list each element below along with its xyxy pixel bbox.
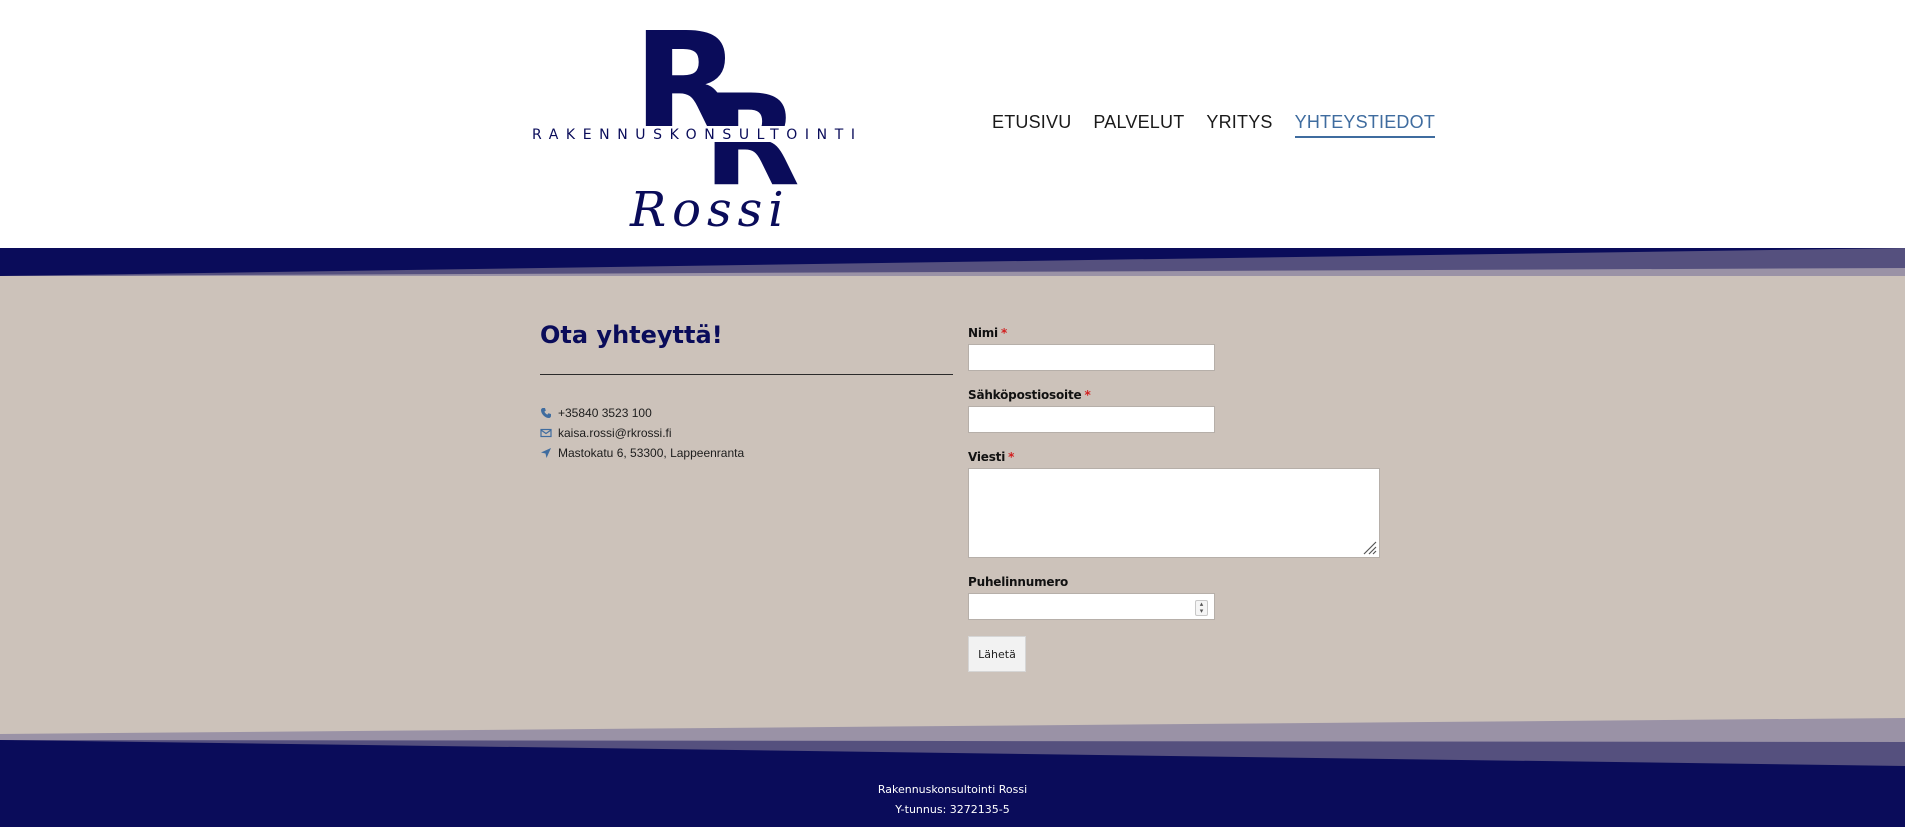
contact-phone-text[interactable]: +35840 3523 100 <box>558 406 652 420</box>
contact-address-text: Mastokatu 6, 53300, Lappeenranta <box>558 446 745 460</box>
footer-company-name: Rakennuskonsultointi Rossi <box>877 783 1028 796</box>
name-input[interactable] <box>968 344 1215 371</box>
nav-item-yhteystiedot[interactable]: YHTEYSTIEDOT <box>1294 112 1436 138</box>
message-label: Viesti * <box>968 450 1015 464</box>
email-input[interactable] <box>968 406 1215 433</box>
contact-details: +35840 3523 100 kaisa.rossi@rkrossi.fi M… <box>540 403 744 463</box>
phone-input[interactable]: ▴ ▾ <box>968 593 1215 620</box>
site-logo[interactable]: R R RAKENNUSKONSULTOINTI Rossi <box>528 14 898 240</box>
contact-heading: Ota yhteyttä! <box>540 321 723 349</box>
contact-section <box>0 276 1905 740</box>
nav-item-etusivu[interactable]: ETUSIVU <box>992 112 1071 138</box>
logo-graphic: R R RAKENNUSKONSULTOINTI Rossi <box>528 14 898 238</box>
email-field-group: Sähköpostiosoite * <box>968 388 1215 433</box>
number-spinner-icon[interactable]: ▴ ▾ <box>1195 600 1208 616</box>
main-navigation: ETUSIVU PALVELUT YRITYS YHTEYSTIEDOT <box>992 112 1436 138</box>
site-header: R R RAKENNUSKONSULTOINTI Rossi ETUSIVU P… <box>0 0 1905 248</box>
name-field-group: Nimi * <box>968 326 1215 371</box>
footer-business-id: Y-tunnus: 3272135-5 <box>895 803 1010 816</box>
required-marker: * <box>1008 450 1015 464</box>
logo-tagline: RAKENNUSKONSULTOINTI <box>532 127 863 143</box>
phone-field-group: Puhelinnumero ▴ ▾ <box>968 575 1215 620</box>
nav-item-palvelut[interactable]: PALVELUT <box>1093 112 1184 138</box>
email-label: Sähköpostiosoite * <box>968 388 1091 402</box>
footer: Rakennuskonsultointi Rossi Y-tunnus: 327… <box>0 780 1905 820</box>
message-field-group: Viesti * <box>968 450 1380 558</box>
heading-divider <box>540 374 953 375</box>
contact-email: kaisa.rossi@rkrossi.fi <box>540 423 744 443</box>
logo-signature: Rossi <box>629 182 790 238</box>
message-textarea[interactable] <box>968 468 1380 558</box>
required-marker: * <box>1084 388 1091 402</box>
name-label: Nimi * <box>968 326 1008 340</box>
location-arrow-icon <box>540 447 552 459</box>
contact-email-text[interactable]: kaisa.rossi@rkrossi.fi <box>558 426 672 440</box>
mail-icon <box>540 427 552 439</box>
submit-button[interactable]: Lähetä <box>968 636 1026 672</box>
resize-handle-icon[interactable] <box>1361 539 1377 555</box>
required-marker: * <box>1000 326 1008 340</box>
phone-label: Puhelinnumero <box>968 575 1069 589</box>
nav-item-yritys[interactable]: YRITYS <box>1206 112 1272 138</box>
phone-icon <box>540 407 552 419</box>
contact-phone: +35840 3523 100 <box>540 403 744 423</box>
contact-address: Mastokatu 6, 53300, Lappeenranta <box>540 443 744 463</box>
